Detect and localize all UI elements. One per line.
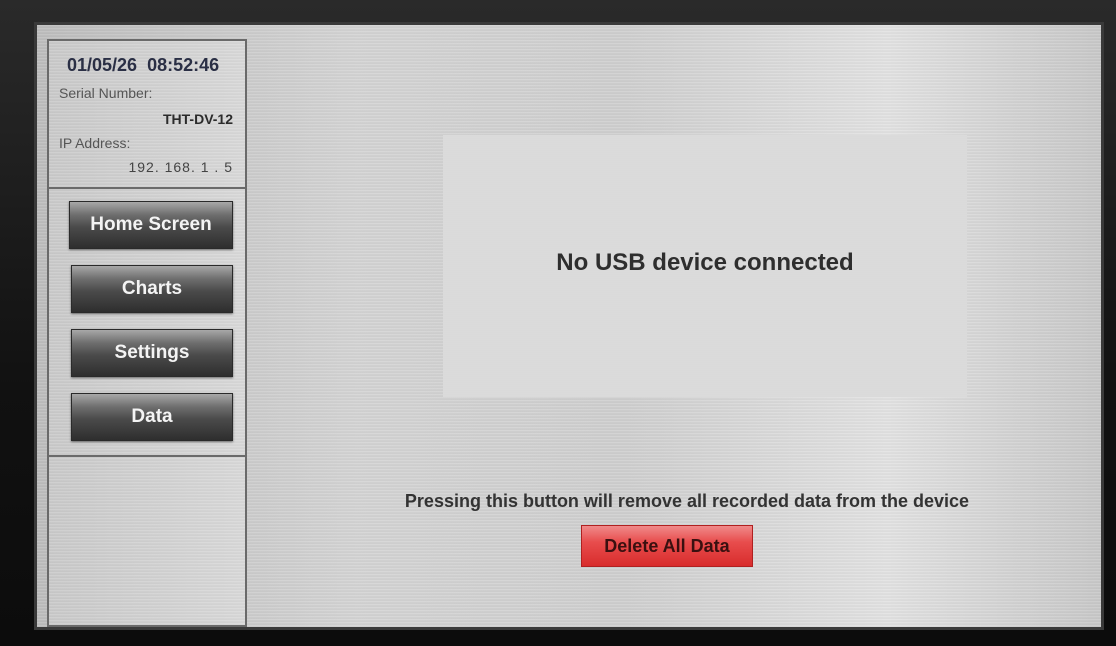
ip-address-label: IP Address: bbox=[59, 135, 131, 151]
serial-number-value: THT-DV-12 bbox=[162, 111, 233, 127]
sidebar: 01/05/26 08:52:46 Serial Number: THT-DV-1… bbox=[47, 39, 247, 627]
device-info-panel: 01/05/26 08:52:46 Serial Number: THT-DV-1… bbox=[49, 41, 245, 189]
charts-button[interactable]: Charts bbox=[71, 265, 233, 313]
usb-status-panel: No USB device connected bbox=[443, 135, 967, 397]
data-button[interactable]: Data bbox=[71, 393, 233, 441]
usb-status-message: No USB device connected bbox=[556, 249, 854, 276]
device-bezel: 01/05/26 08:52:46 Serial Number: THT-DV-1… bbox=[0, 0, 1116, 646]
touch-screen: 01/05/26 08:52:46 Serial Number: THT-DV-1… bbox=[34, 22, 1104, 630]
home-screen-button[interactable]: Home Screen bbox=[69, 201, 233, 249]
date-time: 01/05/26 08:52:46 bbox=[67, 55, 219, 76]
serial-number-label: Serial Number: bbox=[59, 85, 153, 101]
sidebar-divider bbox=[49, 455, 245, 457]
time-text: 08:52:46 bbox=[147, 55, 220, 75]
delete-warning-text: Pressing this button will remove all rec… bbox=[404, 491, 970, 511]
date-text: 01/05/26 bbox=[67, 55, 138, 75]
settings-button[interactable]: Settings bbox=[71, 329, 233, 377]
delete-all-data-button[interactable]: Delete All Data bbox=[581, 525, 753, 567]
ip-address-value: 192. 168. 1 . 5 bbox=[128, 159, 233, 175]
